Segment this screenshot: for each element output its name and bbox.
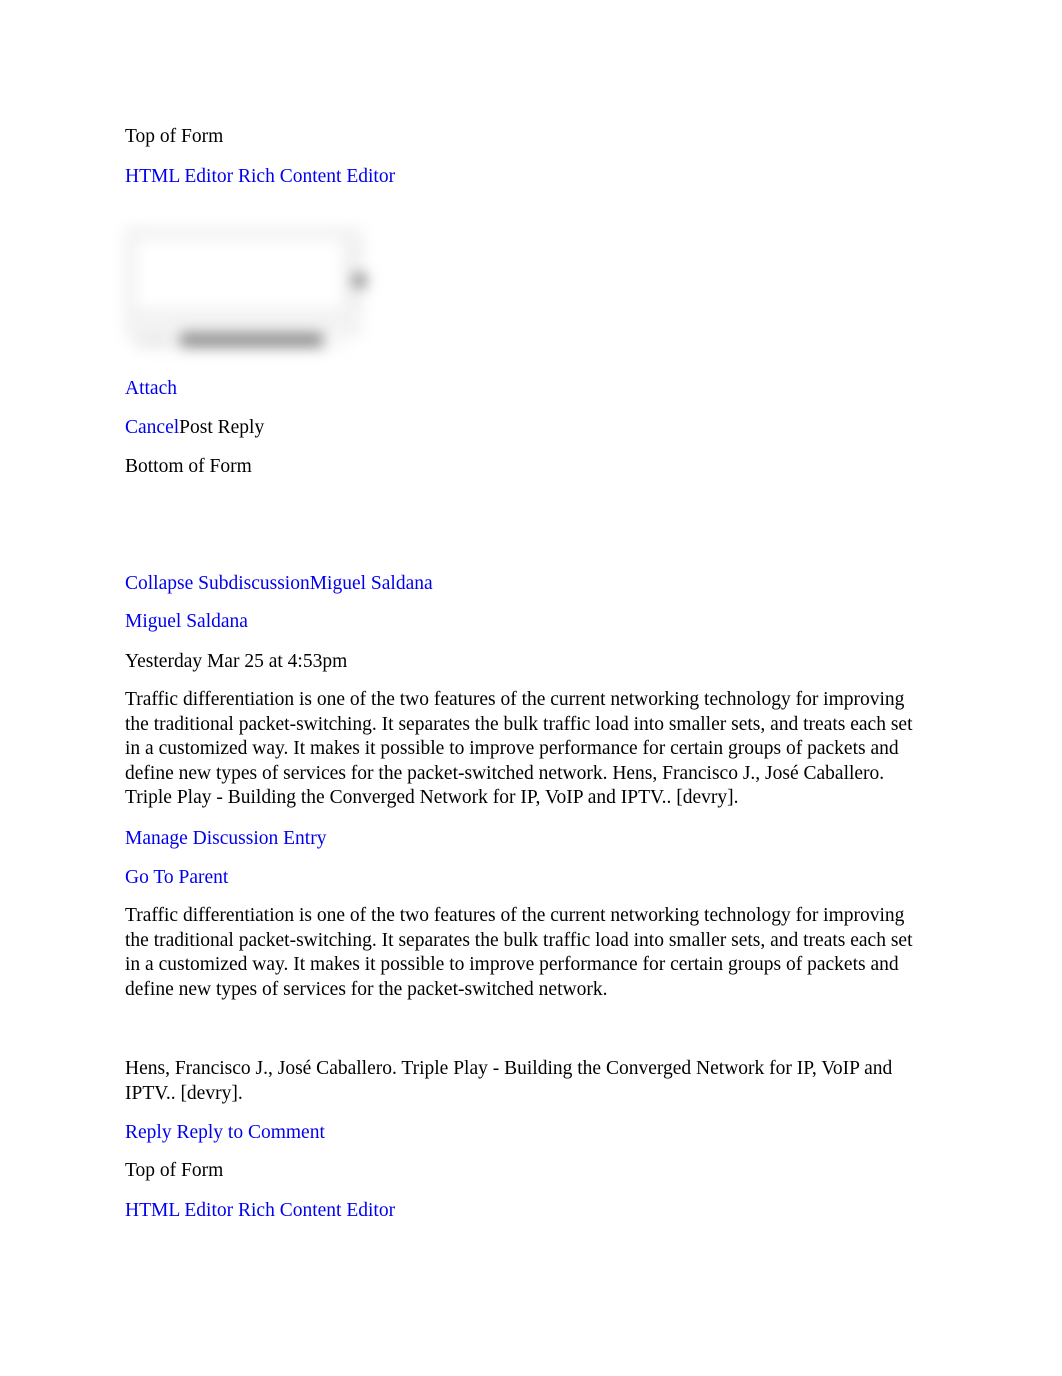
author-link[interactable]: Miguel Saldana: [125, 611, 248, 632]
collapse-subdiscussion-link[interactable]: Collapse Subdiscussion: [125, 573, 310, 594]
collapse-subdiscussion-author[interactable]: Miguel Saldana: [310, 573, 433, 594]
bottom-of-form-text: Bottom of Form: [125, 456, 252, 477]
rich-content-editor-screenshot[interactable]: [125, 228, 925, 360]
post-reply-button[interactable]: Post Reply: [179, 417, 264, 438]
editor-scrollbar-thumb[interactable]: [353, 274, 366, 287]
editor-scrollbar-track[interactable]: [356, 236, 363, 310]
editor-toggle-link-2[interactable]: HTML Editor Rich Content Editor: [125, 1199, 925, 1224]
attach-link-row[interactable]: Attach: [125, 377, 925, 402]
entry-body-row: Traffic differentiation is one of the tw…: [125, 688, 925, 811]
attach-link[interactable]: Attach: [125, 378, 177, 399]
citation-row: Hens, Francisco J., José Caballero. Trip…: [125, 1057, 930, 1106]
quoted-body-text: Traffic differentiation is one of the tw…: [125, 905, 913, 1000]
top-of-form-text-2: Top of Form: [125, 1160, 224, 1181]
editor-text-area[interactable]: [134, 237, 344, 311]
entry-author-row[interactable]: Miguel Saldana: [125, 610, 925, 635]
manage-discussion-entry-link[interactable]: Manage Discussion Entry: [125, 828, 326, 849]
editor-status-path: [137, 336, 173, 346]
cancel-button[interactable]: Cancel: [125, 417, 179, 438]
reply-actions-row[interactable]: Reply Reply to Comment: [125, 1121, 925, 1146]
citation-text: Hens, Francisco J., José Caballero. Trip…: [125, 1058, 893, 1104]
html-editor-rich-content-editor-link-2[interactable]: HTML Editor Rich Content Editor: [125, 1200, 395, 1221]
collapse-subdiscussion-row[interactable]: Collapse SubdiscussionMiguel Saldana: [125, 572, 925, 597]
timestamp-text: Yesterday Mar 25 at 4:53pm: [125, 651, 348, 672]
top-of-form-label-1: Top of Form: [125, 125, 925, 150]
entry-body-text: Traffic differentiation is one of the tw…: [125, 689, 913, 809]
entry-timestamp-row: Yesterday Mar 25 at 4:53pm: [125, 650, 925, 675]
editor-toggle-link-1[interactable]: HTML Editor Rich Content Editor: [125, 165, 925, 190]
html-editor-rich-content-editor-link[interactable]: HTML Editor Rich Content Editor: [125, 166, 395, 187]
document-page: Top of Form HTML Editor Rich Content Edi…: [0, 0, 1062, 1376]
form-actions-row[interactable]: CancelPost Reply: [125, 416, 925, 441]
top-of-form-label-2: Top of Form: [125, 1159, 925, 1184]
reply-link[interactable]: Reply: [125, 1122, 172, 1143]
go-to-parent-link[interactable]: Go To Parent: [125, 867, 228, 888]
bottom-of-form-label-1: Bottom of Form: [125, 455, 925, 480]
top-of-form-text: Top of Form: [125, 126, 224, 147]
reply-to-comment-link[interactable]: Reply to Comment: [176, 1122, 324, 1143]
editor-status-selection: [180, 333, 323, 347]
manage-discussion-entry-row[interactable]: Manage Discussion Entry: [125, 827, 925, 852]
quoted-body-row: Traffic differentiation is one of the tw…: [125, 904, 915, 1002]
go-to-parent-row[interactable]: Go To Parent: [125, 866, 925, 891]
editor-screenshot-image: [125, 228, 377, 356]
